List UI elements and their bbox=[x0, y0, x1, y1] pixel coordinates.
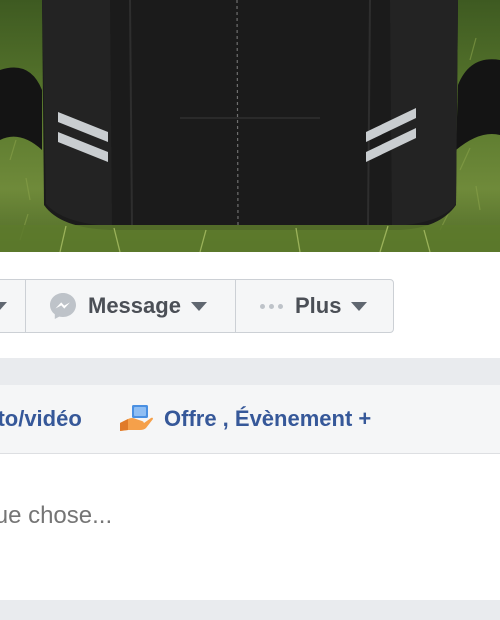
caret-down-icon bbox=[0, 301, 7, 311]
backpack-photo bbox=[0, 0, 500, 252]
composer-input[interactable] bbox=[0, 502, 476, 530]
caret-down-icon bbox=[351, 301, 368, 311]
caret-down-icon bbox=[190, 301, 207, 311]
feed-divider bbox=[0, 600, 500, 620]
more-button-label: Plus bbox=[295, 293, 342, 318]
more-button[interactable]: Plus bbox=[235, 280, 393, 332]
tab-offer-event-more[interactable]: Offre , Évènement + bbox=[164, 385, 371, 453]
profile-action-bar: Message Plus bbox=[0, 252, 500, 358]
offer-hand-icon bbox=[120, 405, 153, 431]
messenger-icon bbox=[50, 293, 76, 319]
message-button-label: Message bbox=[88, 293, 181, 318]
tab-photo-video[interactable]: oto/vidéo bbox=[0, 385, 82, 453]
message-button[interactable]: Message bbox=[25, 280, 235, 332]
more-dots-icon bbox=[260, 303, 283, 309]
cover-photo[interactable] bbox=[0, 0, 500, 252]
previous-action-dropdown-button[interactable] bbox=[0, 280, 25, 332]
composer-tab-bar: oto/vidéo Offre , Évènement + bbox=[0, 385, 500, 454]
action-button-group: Message Plus bbox=[0, 279, 394, 333]
composer-body bbox=[0, 454, 500, 600]
